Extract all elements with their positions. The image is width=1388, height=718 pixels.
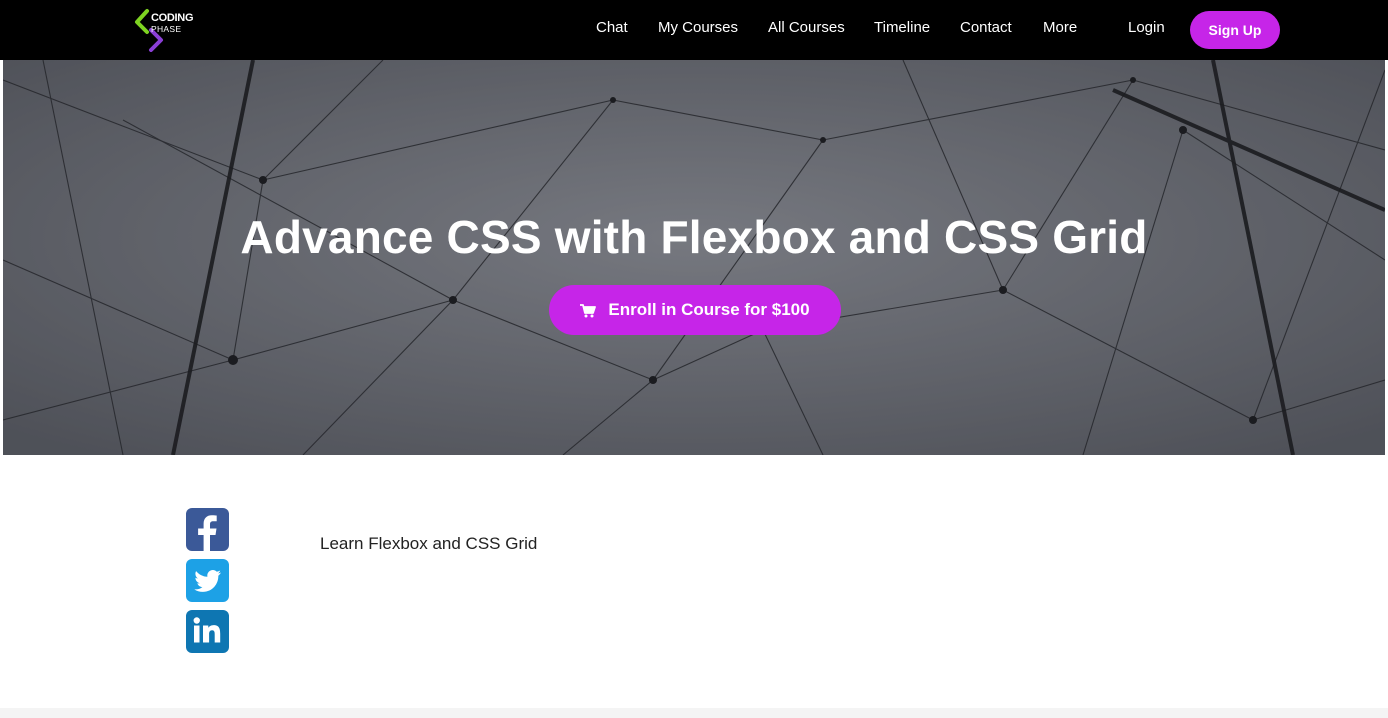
nav-chat[interactable]: Chat <box>596 19 628 36</box>
enroll-button-label: Enroll in Course for $100 <box>608 300 810 319</box>
login-link[interactable]: Login <box>1128 19 1165 36</box>
logo-line-2: PHASE <box>151 24 182 34</box>
nav-all-courses[interactable]: All Courses <box>768 19 845 36</box>
linkedin-share-button[interactable] <box>186 610 229 653</box>
footer-strip <box>0 708 1388 718</box>
page-edge-left <box>0 60 3 708</box>
shopping-cart-icon <box>580 303 597 318</box>
nav-more[interactable]: More <box>1043 19 1077 36</box>
twitter-icon <box>194 570 221 592</box>
coding-phase-logo[interactable]: CODING PHASE <box>133 8 203 52</box>
facebook-icon <box>198 515 217 551</box>
nav-my-courses[interactable]: My Courses <box>658 19 738 36</box>
top-navbar: CODING PHASE Chat My Courses All Courses… <box>0 0 1388 60</box>
logo-line-1: CODING <box>151 12 194 24</box>
course-title: Advance CSS with Flexbox and CSS Grid <box>240 211 1148 263</box>
linkedin-icon <box>193 617 221 643</box>
sign-up-button[interactable]: Sign Up <box>1190 11 1280 49</box>
enroll-button[interactable]: Enroll in Course for $100 <box>549 285 841 335</box>
course-hero-banner: Advance CSS with Flexbox and CSS Grid En… <box>3 60 1385 455</box>
logo-text: CODING PHASE <box>151 12 194 34</box>
course-description: Learn Flexbox and CSS Grid <box>320 534 538 553</box>
course-content: Learn Flexbox and CSS Grid <box>3 455 1385 708</box>
nav-timeline[interactable]: Timeline <box>874 19 930 36</box>
nav-contact[interactable]: Contact <box>960 19 1012 36</box>
twitter-share-button[interactable] <box>186 559 229 602</box>
facebook-share-button[interactable] <box>186 508 229 551</box>
